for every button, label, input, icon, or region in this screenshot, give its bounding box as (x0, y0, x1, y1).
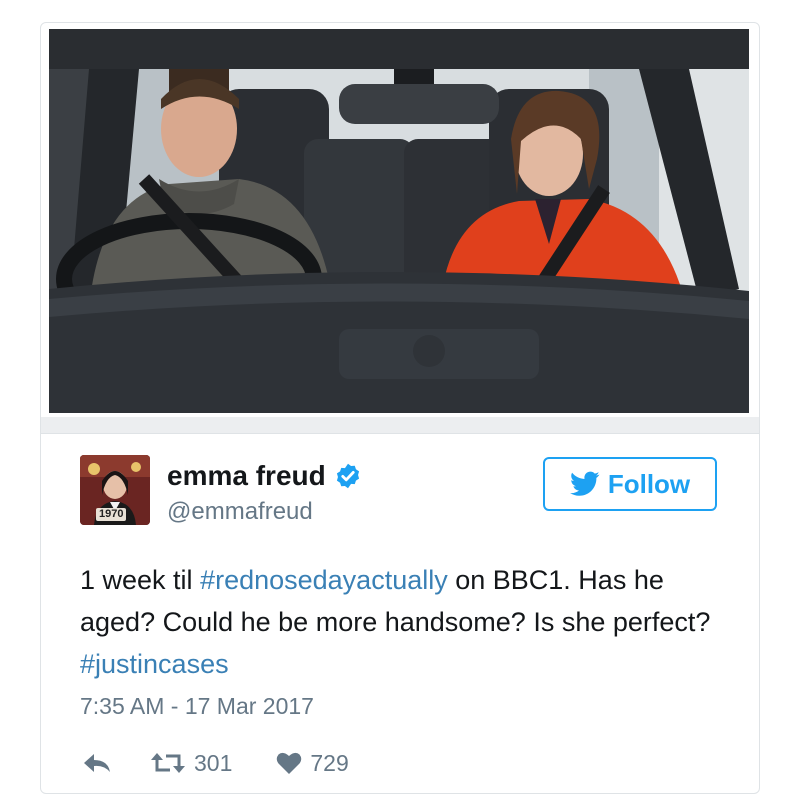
author-avatar[interactable]: 1970 (80, 455, 150, 525)
tweet-timestamp[interactable]: 7:35 AM - 17 Mar 2017 (80, 691, 314, 721)
like-button[interactable]: 729 (276, 749, 349, 777)
follow-label: Follow (607, 468, 691, 499)
reply-button[interactable] (82, 751, 112, 775)
follow-button[interactable]: Follow (543, 457, 717, 511)
media-divider (41, 417, 759, 434)
retweet-button[interactable]: 301 (150, 750, 232, 777)
retweet-count: 301 (194, 749, 233, 776)
tweet-text: 1 week til #rednosedayactually on BBC1. … (80, 559, 720, 685)
tweet-photo[interactable] (49, 29, 749, 413)
tweet-actions: 301 729 (80, 745, 349, 781)
author-handle[interactable]: @emmafreud (167, 497, 313, 527)
heart-icon (277, 752, 302, 774)
author-name-row: emma freud (167, 459, 362, 493)
author-display-name[interactable]: emma freud (167, 459, 326, 493)
hashtag-link-justincases[interactable]: #justincases (80, 649, 229, 679)
verified-badge-icon (336, 463, 359, 489)
hashtag-link-rednosedayactually[interactable]: #rednosedayactually (200, 565, 448, 595)
twitter-bird-icon (569, 471, 600, 496)
like-count: 729 (310, 749, 349, 776)
reply-arrow-icon (84, 754, 110, 772)
avatar-badge-text: 1970 (96, 508, 127, 521)
car-interior-photo (49, 29, 749, 413)
tweet-card: 1970 emma freud @emmafreud Follow 1 week… (40, 22, 760, 794)
retweet-icon (151, 753, 185, 773)
tweet-text-part: 1 week til (80, 565, 201, 595)
